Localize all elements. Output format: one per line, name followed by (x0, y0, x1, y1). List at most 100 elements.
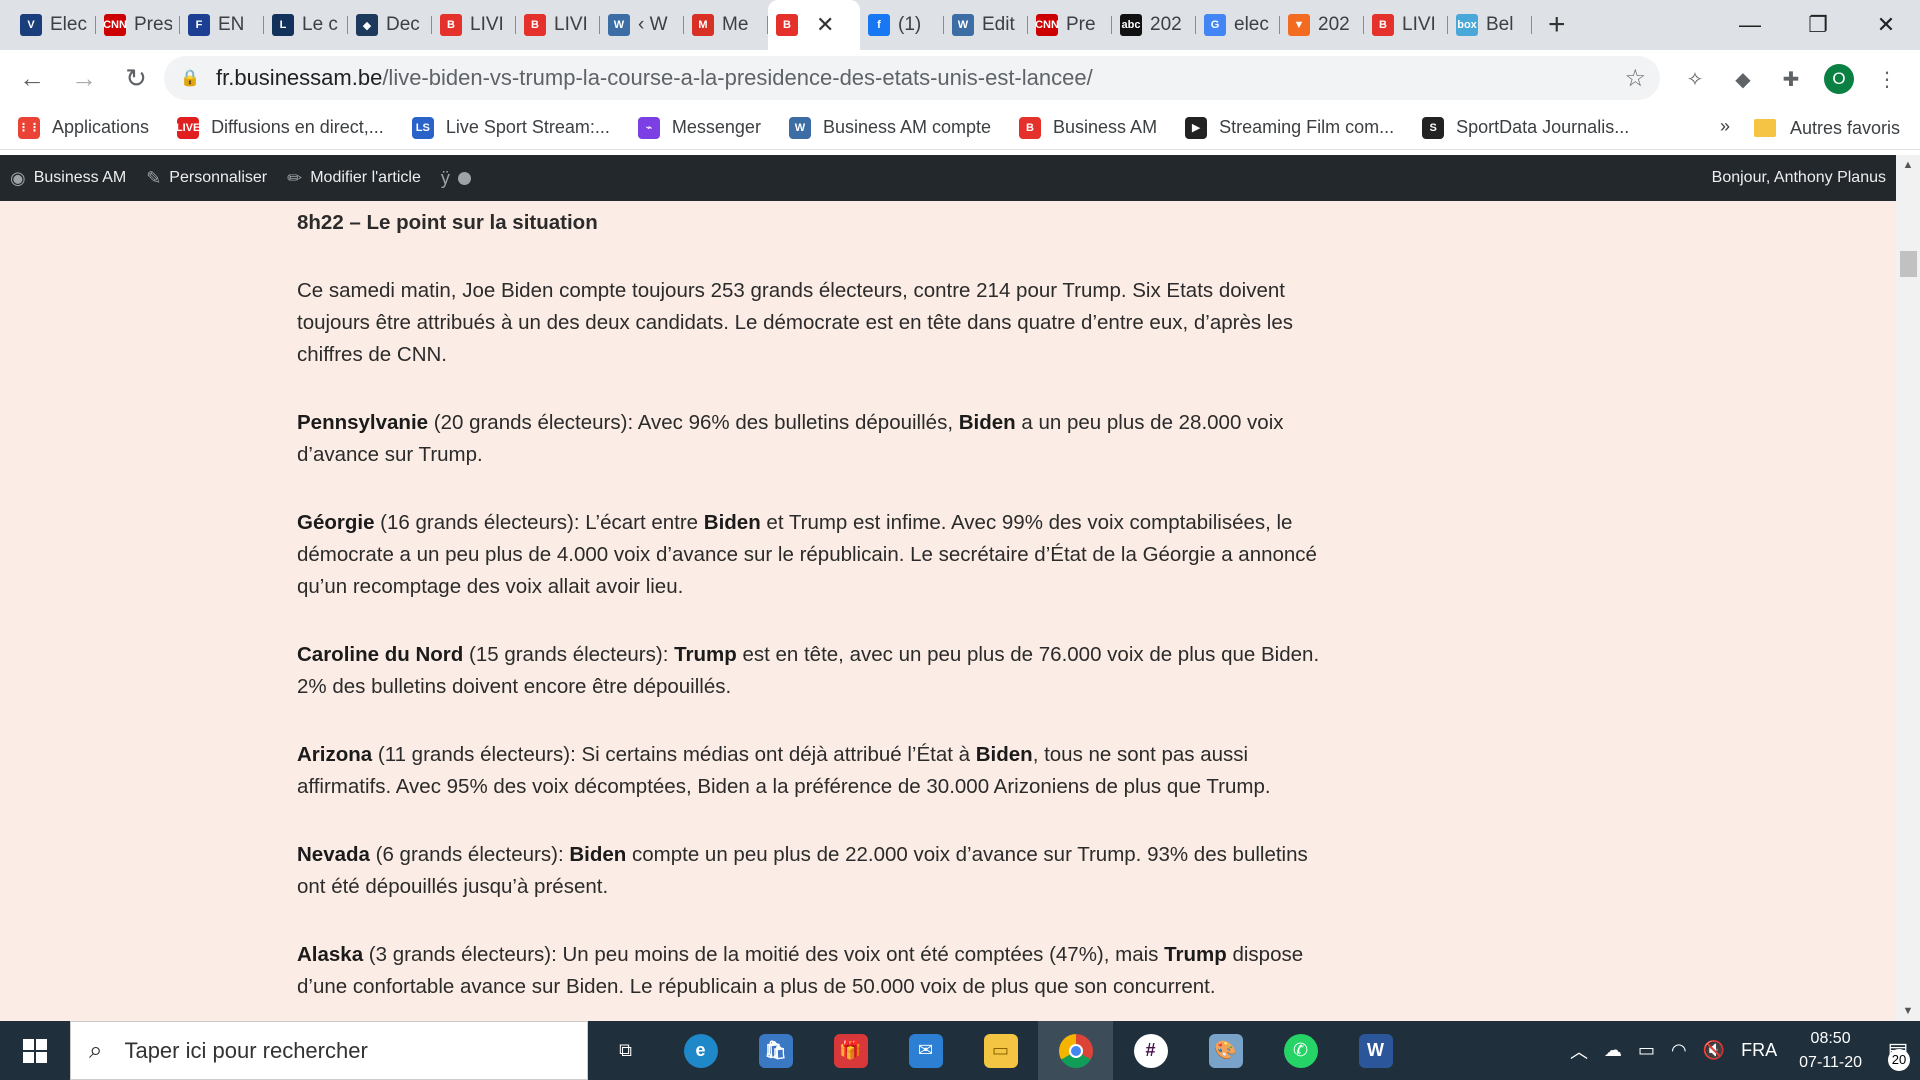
back-button[interactable]: ← (12, 58, 52, 98)
scroll-thumb[interactable] (1900, 251, 1917, 277)
bookmark-label: SportData Journalis... (1456, 117, 1630, 137)
browser-tab[interactable]: CNN Pres (96, 7, 180, 43)
admin-site-link[interactable]: ◉ Business AM (0, 155, 136, 201)
tab-title: EN (218, 14, 245, 35)
edge-icon[interactable]: e (663, 1021, 738, 1080)
battery-icon[interactable]: ▭ (1638, 1040, 1655, 1061)
profile-avatar[interactable]: O (1824, 64, 1854, 94)
tab-title: Edit (982, 14, 1015, 35)
cnn-icon: CNN (1035, 14, 1059, 36)
page-content: 8h22 – Le point sur la situation Ce same… (0, 201, 1896, 1021)
volume-muted-icon[interactable]: 🔇 (1703, 1040, 1725, 1061)
admin-site-label: Business AM (33, 169, 127, 186)
bookmark-item[interactable]: B Business AM (1001, 106, 1167, 150)
tag-extension-icon[interactable]: ◆ (1728, 64, 1758, 94)
bookmark-item[interactable]: ▶ Streaming Film com... (1167, 106, 1404, 150)
sportdata-icon: S (1422, 116, 1445, 139)
reload-button[interactable]: ↻ (116, 58, 156, 98)
state-paragraph-georgia: Géorgie (16 grands électeurs): L’écart e… (297, 511, 1317, 598)
browser-tab[interactable]: B LIVI (432, 7, 516, 43)
admin-yoast-link[interactable]: ÿ (431, 155, 481, 201)
state-paragraph-pennsylvania: Pennsylvanie (20 grands électeurs): Avec… (297, 411, 1284, 466)
extension-icon-1[interactable]: ✧ (1680, 64, 1710, 94)
chevron-up-icon[interactable]: ︿ (1570, 1038, 1588, 1064)
new-tab-button[interactable]: + (1548, 8, 1566, 42)
bookmarks-overflow-button[interactable]: » (1720, 116, 1730, 137)
bookmark-item[interactable]: W Business AM compte (771, 106, 1001, 150)
mail-icon[interactable]: ✉ (888, 1021, 963, 1080)
chrome-icon[interactable] (1038, 1021, 1113, 1080)
file-explorer-icon[interactable]: ▭ (963, 1021, 1038, 1080)
bookmark-item[interactable]: LS Live Sport Stream:... (394, 106, 620, 150)
gift-icon[interactable]: 🎁 (813, 1021, 888, 1080)
bookmark-item[interactable]: S SportData Journalis... (1404, 106, 1639, 150)
paint-icon[interactable]: 🎨 (1188, 1021, 1263, 1080)
browser-tab[interactable]: V Elec (12, 7, 96, 43)
windows-taskbar: ⌕ Taper ici pour rechercher ⧉ e 🛍 🎁 ✉ ▭ … (0, 1021, 1920, 1080)
clock[interactable]: 08:50 07-11-20 (1799, 1027, 1862, 1075)
browser-tab[interactable]: B LIVI (1364, 7, 1448, 43)
tab-title: (1) (898, 14, 922, 35)
scroll-up-arrow[interactable]: ▲ (1896, 155, 1920, 175)
brush-icon: ✎ (146, 167, 162, 188)
shield-icon: ◆ (356, 14, 378, 36)
minimize-button[interactable]: — (1716, 0, 1784, 50)
taskbar-search[interactable]: ⌕ Taper ici pour rechercher (70, 1021, 588, 1080)
notifications-icon[interactable]: ▤20 (1876, 1031, 1920, 1071)
admin-edit-post-link[interactable]: ✏ Modifier l'article (277, 155, 431, 201)
admin-account-greeting[interactable]: Bonjour, Anthony Planus (1712, 155, 1886, 201)
browser-tab[interactable]: ▼ 202 (1280, 7, 1364, 43)
slack-icon[interactable]: # (1113, 1021, 1188, 1080)
browser-tab[interactable]: Gelec (1196, 7, 1280, 43)
close-tab-icon[interactable]: ✕ (816, 12, 834, 38)
tab-title: Elec (50, 14, 87, 35)
address-bar[interactable]: 🔒 fr.businessam.be/live-biden-vs-trump-l… (164, 56, 1660, 100)
whatsapp-icon[interactable]: ✆ (1263, 1021, 1338, 1080)
abc-icon: abc (1120, 14, 1142, 36)
start-button[interactable] (0, 1021, 70, 1080)
browser-tab[interactable]: F EN (180, 7, 264, 43)
bookmark-star-icon[interactable]: ☆ (1624, 64, 1646, 93)
bookmark-item[interactable]: ⌁ Messenger (620, 106, 771, 150)
close-window-button[interactable]: ✕ (1852, 0, 1920, 50)
state-paragraph-alaska: Alaska (3 grands électeurs): Un peu moin… (297, 943, 1304, 998)
messenger-icon: ⌁ (637, 116, 660, 139)
lock-icon[interactable]: 🔒 (180, 68, 202, 88)
extensions-puzzle-icon[interactable]: ✚ (1776, 64, 1806, 94)
update-heading: 8h22 – Le point sur la situation (297, 211, 598, 234)
browser-tab[interactable]: f (1) (860, 7, 944, 43)
browser-tab[interactable]: ◆ Dec (348, 7, 432, 43)
browser-tab[interactable]: L Le c (264, 7, 348, 43)
tab-title: ‹ W (638, 14, 668, 35)
browser-menu-icon[interactable]: ⋮ (1872, 64, 1902, 94)
fivethirtyeight-icon: ▼ (1288, 14, 1310, 36)
browser-tab[interactable]: W Edit (944, 7, 1028, 43)
bookmark-item[interactable]: LIVE Diffusions en direct,... (159, 106, 394, 150)
browser-tab[interactable]: M Me (684, 7, 768, 43)
tab-title: Me (722, 14, 749, 35)
browser-tab[interactable]: W ‹ W (600, 7, 684, 43)
browser-tab[interactable]: CNN Pre (1028, 7, 1112, 43)
word-icon[interactable]: W (1338, 1021, 1413, 1080)
browser-tab[interactable]: box Bel (1448, 7, 1532, 43)
tab-title: elec (1234, 14, 1269, 35)
page-scrollbar[interactable]: ▲ ▼ (1896, 155, 1920, 1021)
business-am-icon: B (1372, 14, 1394, 36)
browser-tab[interactable]: abc 202 (1112, 7, 1196, 43)
state-paragraph-north-carolina: Caroline du Nord (15 grands électeurs): … (297, 643, 1320, 698)
admin-customize-link[interactable]: ✎ Personnaliser (136, 155, 277, 201)
task-view-icon[interactable]: ⧉ (588, 1021, 663, 1080)
onedrive-cloud-icon[interactable]: ☁ (1604, 1040, 1622, 1061)
forward-button[interactable]: → (64, 58, 104, 98)
tab-title: 202 (1150, 14, 1182, 35)
other-bookmarks-folder[interactable]: Autres favoris (1753, 106, 1900, 150)
yoast-icon: ÿ (440, 167, 450, 188)
bookmark-item[interactable]: ⋮⋮ Applications (0, 106, 159, 150)
browser-tab[interactable]: B ✕ (768, 0, 860, 50)
wifi-icon[interactable]: ◠ (1671, 1040, 1687, 1061)
restore-button[interactable]: ❐ (1784, 0, 1852, 50)
scroll-down-arrow[interactable]: ▼ (1896, 1001, 1920, 1021)
store-icon[interactable]: 🛍 (738, 1021, 813, 1080)
browser-tab[interactable]: B LIVI (516, 7, 600, 43)
language-indicator[interactable]: FRA (1741, 1040, 1777, 1061)
